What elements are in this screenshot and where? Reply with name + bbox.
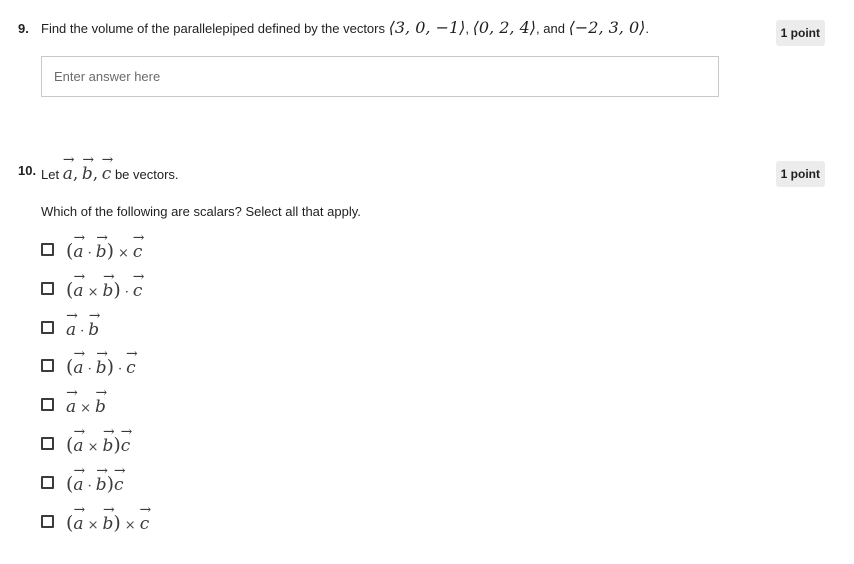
dot-operator: · — [87, 479, 92, 494]
parenthesis: ( — [66, 240, 74, 262]
cross-operator: × — [87, 518, 99, 533]
points-badge: 1 point — [775, 20, 825, 46]
dot-operator: · — [87, 246, 92, 261]
vector-b: b — [95, 391, 106, 417]
and-text: and — [543, 21, 565, 36]
question-number: 9. — [18, 21, 29, 36]
checkbox[interactable] — [41, 475, 54, 489]
vector-a: a — [73, 508, 83, 534]
question-number: 10. — [18, 163, 37, 178]
answer-input[interactable] — [42, 57, 718, 96]
vector-b: b — [96, 469, 107, 495]
option-2[interactable]: (a×b)·c — [41, 275, 142, 301]
option-label: (a·b)×c — [66, 236, 142, 262]
option-label: (a·b)c — [66, 469, 124, 495]
vector-b: b — [102, 275, 113, 301]
dot-operator: · — [80, 324, 85, 339]
vector-c: c — [133, 275, 143, 301]
option-label: (a×b)·c — [66, 275, 142, 301]
option-label: (a·b)·c — [66, 352, 136, 378]
checkbox[interactable] — [41, 242, 54, 256]
option-label: (a×b)×c — [66, 508, 149, 534]
vector-a: a — [73, 469, 83, 495]
let-text: Let — [41, 167, 60, 182]
vector-2: ⟨0, 2, 4⟩ — [472, 18, 537, 37]
vector-c: c — [126, 352, 136, 378]
option-5[interactable]: a ×b — [41, 391, 106, 417]
prompt-text: Find the volume of the parallelepiped de… — [41, 21, 385, 36]
vector-b: b — [96, 236, 107, 262]
option-label: a ·b — [66, 314, 99, 340]
question-instruction: Which of the following are scalars? Sele… — [41, 204, 361, 219]
parenthesis: ( — [66, 473, 74, 495]
be-vectors-text: be vectors. — [114, 167, 179, 182]
vector-a: a — [73, 430, 83, 456]
vector-a: a — [66, 391, 76, 417]
question-prompt: Find the volume of the parallelepiped de… — [41, 18, 649, 37]
question-prompt: Let a, b, c be vectors. — [41, 158, 179, 184]
cross-operator: × — [80, 401, 92, 416]
checkbox[interactable] — [41, 397, 54, 411]
vector-b: b — [82, 158, 93, 184]
parenthesis: ( — [66, 434, 74, 456]
cross-operator: × — [118, 246, 129, 261]
vector-b: b — [102, 508, 113, 534]
vector-c: c — [102, 158, 112, 184]
dot-operator: · — [118, 362, 123, 377]
option-label: a ×b — [66, 391, 106, 417]
comma: , — [465, 21, 470, 36]
cross-operator: × — [124, 518, 136, 533]
option-7[interactable]: (a·b)c — [41, 469, 124, 495]
dot-operator: · — [124, 285, 129, 300]
vector-b: b — [96, 352, 107, 378]
vector-1: ⟨3, 0, −1⟩ — [388, 18, 466, 37]
parenthesis: ( — [66, 279, 74, 301]
cross-operator: × — [87, 285, 99, 300]
checkbox[interactable] — [41, 358, 54, 372]
parenthesis: ( — [66, 356, 74, 378]
vector-a: a — [63, 158, 73, 184]
vector-a: a — [73, 236, 83, 262]
checkbox[interactable] — [41, 320, 54, 334]
comma: , — [536, 21, 540, 36]
option-6[interactable]: (a×b)c — [41, 430, 130, 456]
period: . — [645, 21, 650, 36]
option-4[interactable]: (a·b)·c — [41, 352, 136, 378]
vector-a: a — [73, 275, 83, 301]
vector-3: ⟨−2, 3, 0⟩ — [568, 18, 646, 37]
checkbox[interactable] — [41, 514, 54, 528]
parenthesis: ( — [66, 512, 74, 534]
vector-c: c — [121, 430, 131, 456]
points-badge: 1 point — [775, 161, 825, 187]
vector-b: b — [102, 430, 113, 456]
dot-operator: · — [87, 362, 92, 377]
checkbox[interactable] — [41, 281, 54, 295]
option-3[interactable]: a ·b — [41, 314, 99, 340]
vector-c: c — [133, 236, 143, 262]
vector-a: a — [66, 314, 76, 340]
option-label: (a×b)c — [66, 430, 130, 456]
vector-b: b — [88, 314, 99, 340]
checkbox[interactable] — [41, 436, 54, 450]
option-8[interactable]: (a×b)×c — [41, 508, 149, 534]
option-1[interactable]: (a·b)×c — [41, 236, 142, 262]
cross-operator: × — [87, 440, 99, 455]
vector-a: a — [73, 352, 83, 378]
vector-c: c — [140, 508, 150, 534]
vector-c: c — [114, 469, 124, 495]
answer-field[interactable] — [41, 56, 719, 97]
